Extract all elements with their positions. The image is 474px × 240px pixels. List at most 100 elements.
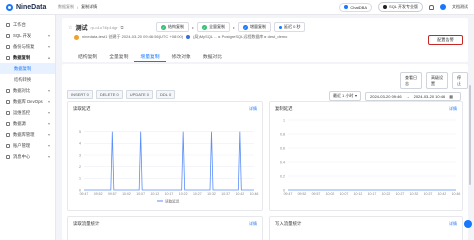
avatar[interactable]: [440, 4, 446, 10]
stop-button[interactable]: 停止: [452, 72, 468, 89]
sidebar-item-devops[interactable]: 数据库 DevOps ▾: [0, 96, 55, 107]
sidebar-item-account[interactable]: 账户管理 ▾: [0, 140, 55, 151]
x-tick-label: 10:32: [207, 192, 216, 196]
bell-icon[interactable]: [429, 4, 434, 10]
y-tick-label: 5: [79, 130, 81, 134]
mysql-icon: [186, 35, 191, 39]
stage-incremental[interactable]: ✓ 增量复制: [238, 22, 272, 32]
x-tick-label: 10:42: [438, 192, 447, 196]
arrow-right-icon: →: [405, 93, 410, 99]
x-tick-label: 09:57: [312, 192, 321, 196]
star-icon[interactable]: ☆: [68, 25, 72, 31]
check-icon: ✓: [202, 24, 208, 30]
incremental-panel: 查看日志 高级设置 停止 INSERT 0 DELETE 0 UPDATE 0 …: [62, 64, 468, 240]
help-icon[interactable]: [464, 220, 472, 228]
x-tick-label: 09:52: [298, 192, 307, 196]
user-name[interactable]: 文档测试: [452, 4, 468, 10]
advanced-settings-button[interactable]: 高级设置: [426, 72, 448, 89]
time-range-picker[interactable]: 2024-03-20 09:46 → 2024-03-20 10:46 ▦: [365, 91, 461, 101]
sql-edition-button[interactable]: SQL 开发专业版: [378, 2, 423, 12]
details-link[interactable]: 详情: [449, 221, 457, 227]
time-preset-select[interactable]: 最近 1 小时 ▾: [329, 91, 361, 101]
main-content: ☆ 测试 rp-o1u74lp1dgr ⧉ ✓ 结构复制 ▸ ✓ 全量复制 ▸ …: [57, 15, 474, 240]
op-counts: INSERT 0 DELETE 0 UPDATE 0 DDL 0: [67, 90, 176, 99]
y-tick-label: 1: [283, 118, 285, 122]
y-tick-label: 0.8: [280, 132, 285, 136]
user-icon: [6, 143, 10, 148]
logo[interactable]: NineData: [0, 3, 58, 11]
sidebar: 工作台 SQL 开发 ▾ 备份与恢复 ▾ 数据复制 ▴ 数据复制 结构转换 数据…: [0, 15, 56, 240]
y-tick-label: 1: [79, 177, 81, 181]
chevron-down-icon: ▾: [47, 143, 50, 148]
details-link[interactable]: 详情: [249, 221, 257, 227]
chevron-down-icon: ▾: [47, 110, 50, 115]
latency-status: 延迟 0 秒: [274, 22, 306, 32]
logo-text: NineData: [16, 3, 47, 11]
read-latency-chart: 01234509:47 09:52 09:57 10:02 10:07 10:12 10:1…: [79, 130, 258, 203]
x-tick-label: 10:27: [396, 192, 405, 196]
x-tick-label: 10:42: [235, 192, 244, 196]
backup-icon: [6, 44, 10, 49]
y-tick-label: 0.4: [280, 160, 285, 164]
terminal-icon: [6, 33, 10, 38]
x-tick-label: 09:57: [108, 192, 117, 196]
breadcrumb-item-current: 复制详情: [81, 4, 98, 9]
sidebar-item-replication-group[interactable]: 数据复制 ▴: [0, 52, 55, 63]
x-tick-label: 10:22: [179, 192, 188, 196]
sidebar-item-messages[interactable]: 消息中心 ▾: [0, 151, 55, 162]
x-tick-label: 10:02: [326, 192, 335, 196]
tab-compare[interactable]: 数据对比: [197, 51, 228, 62]
x-tick-label: 10:37: [424, 192, 433, 196]
read-traffic-panel: 读取流量统计 详情: [67, 216, 263, 240]
tab-bar: 结构复制 全量复制 增量复制 修改对象 数据对比: [72, 51, 228, 62]
tab-incremental[interactable]: 增量复制: [134, 51, 166, 62]
tab-schema[interactable]: 结构复制: [72, 51, 103, 62]
write-traffic-panel: 写入流量统计 详情: [269, 216, 463, 240]
sidebar-item-monitor[interactable]: 运维监控 ▾: [0, 107, 55, 118]
sidebar-item-compare[interactable]: 数据对比 ▾: [0, 85, 55, 96]
replicate-latency-panel: 复制延迟 详情 0 0.2 0.4 0.6 0.8 1 09:47 09:52 09:57 10:…: [269, 101, 463, 211]
x-tick-label: 10:07: [340, 192, 349, 196]
stage-schema[interactable]: ✓ 结构复制: [156, 22, 189, 32]
x-tick-label: 10:12: [150, 192, 159, 196]
scrollbar[interactable]: [469, 85, 471, 185]
range-start: 2024-03-20 09:46: [370, 93, 402, 99]
logo-icon: [6, 3, 13, 11]
y-tick-label: 2: [79, 165, 81, 169]
delete-count: DELETE 0: [95, 90, 123, 99]
tab-full[interactable]: 全量复制: [103, 51, 134, 62]
configure-alert-button[interactable]: 配置告警: [428, 35, 463, 45]
compare-icon: [6, 88, 10, 93]
copy-icon[interactable]: ⧉: [121, 25, 124, 30]
x-tick-label: 10:32: [410, 192, 419, 196]
range-end: 2024-03-20 10:46: [413, 93, 446, 99]
x-tick-label: 09:52: [94, 192, 103, 196]
sidebar-item-datasource[interactable]: 数据源 ▾: [0, 118, 55, 129]
breadcrumb-item-replication[interactable]: 数据复制: [58, 4, 74, 10]
stage-full[interactable]: ✓ 全量复制: [197, 22, 231, 32]
creator-text: ninedata-test1 创建于 2024-03-20 09:46:56(U…: [82, 34, 184, 39]
y-tick-label: 3: [79, 153, 81, 157]
view-log-button[interactable]: 查看日志: [400, 72, 422, 89]
insert-count: INSERT 0: [67, 90, 93, 99]
calendar-icon: ▦: [449, 93, 453, 99]
panel-title: 读取流量统计: [73, 221, 100, 226]
sidebar-item-replication[interactable]: 数据复制: [0, 63, 55, 74]
task-id: rp-o1u74lp1dgr: [90, 25, 118, 30]
sidebar-item-schema-convert[interactable]: 结构转换: [0, 74, 55, 85]
sql-edition-icon: [383, 5, 388, 9]
chevron-up-icon: ▴: [47, 55, 50, 60]
chevron-down-icon: ▾: [47, 154, 50, 159]
chatdba-button[interactable]: ChatDBA: [339, 2, 373, 12]
update-count: UPDATE 0: [125, 90, 154, 99]
x-tick-label: 10:17: [165, 192, 174, 196]
y-tick-label: 4: [79, 142, 81, 146]
tab-modify-objects[interactable]: 修改对象: [166, 51, 197, 62]
sidebar-item-workbench[interactable]: 工作台: [0, 19, 55, 30]
sidebar-item-backup[interactable]: 备份与恢复 ▾: [0, 41, 55, 52]
sidebar-item-sql-dev[interactable]: SQL 开发 ▾: [0, 30, 55, 41]
x-tick-label: 10:17: [368, 192, 377, 196]
sidebar-item-db-manage[interactable]: 数据库管理 ▾: [0, 129, 55, 140]
panel-title: 写入流量统计: [275, 221, 302, 226]
x-tick-label: 09:47: [284, 192, 293, 196]
